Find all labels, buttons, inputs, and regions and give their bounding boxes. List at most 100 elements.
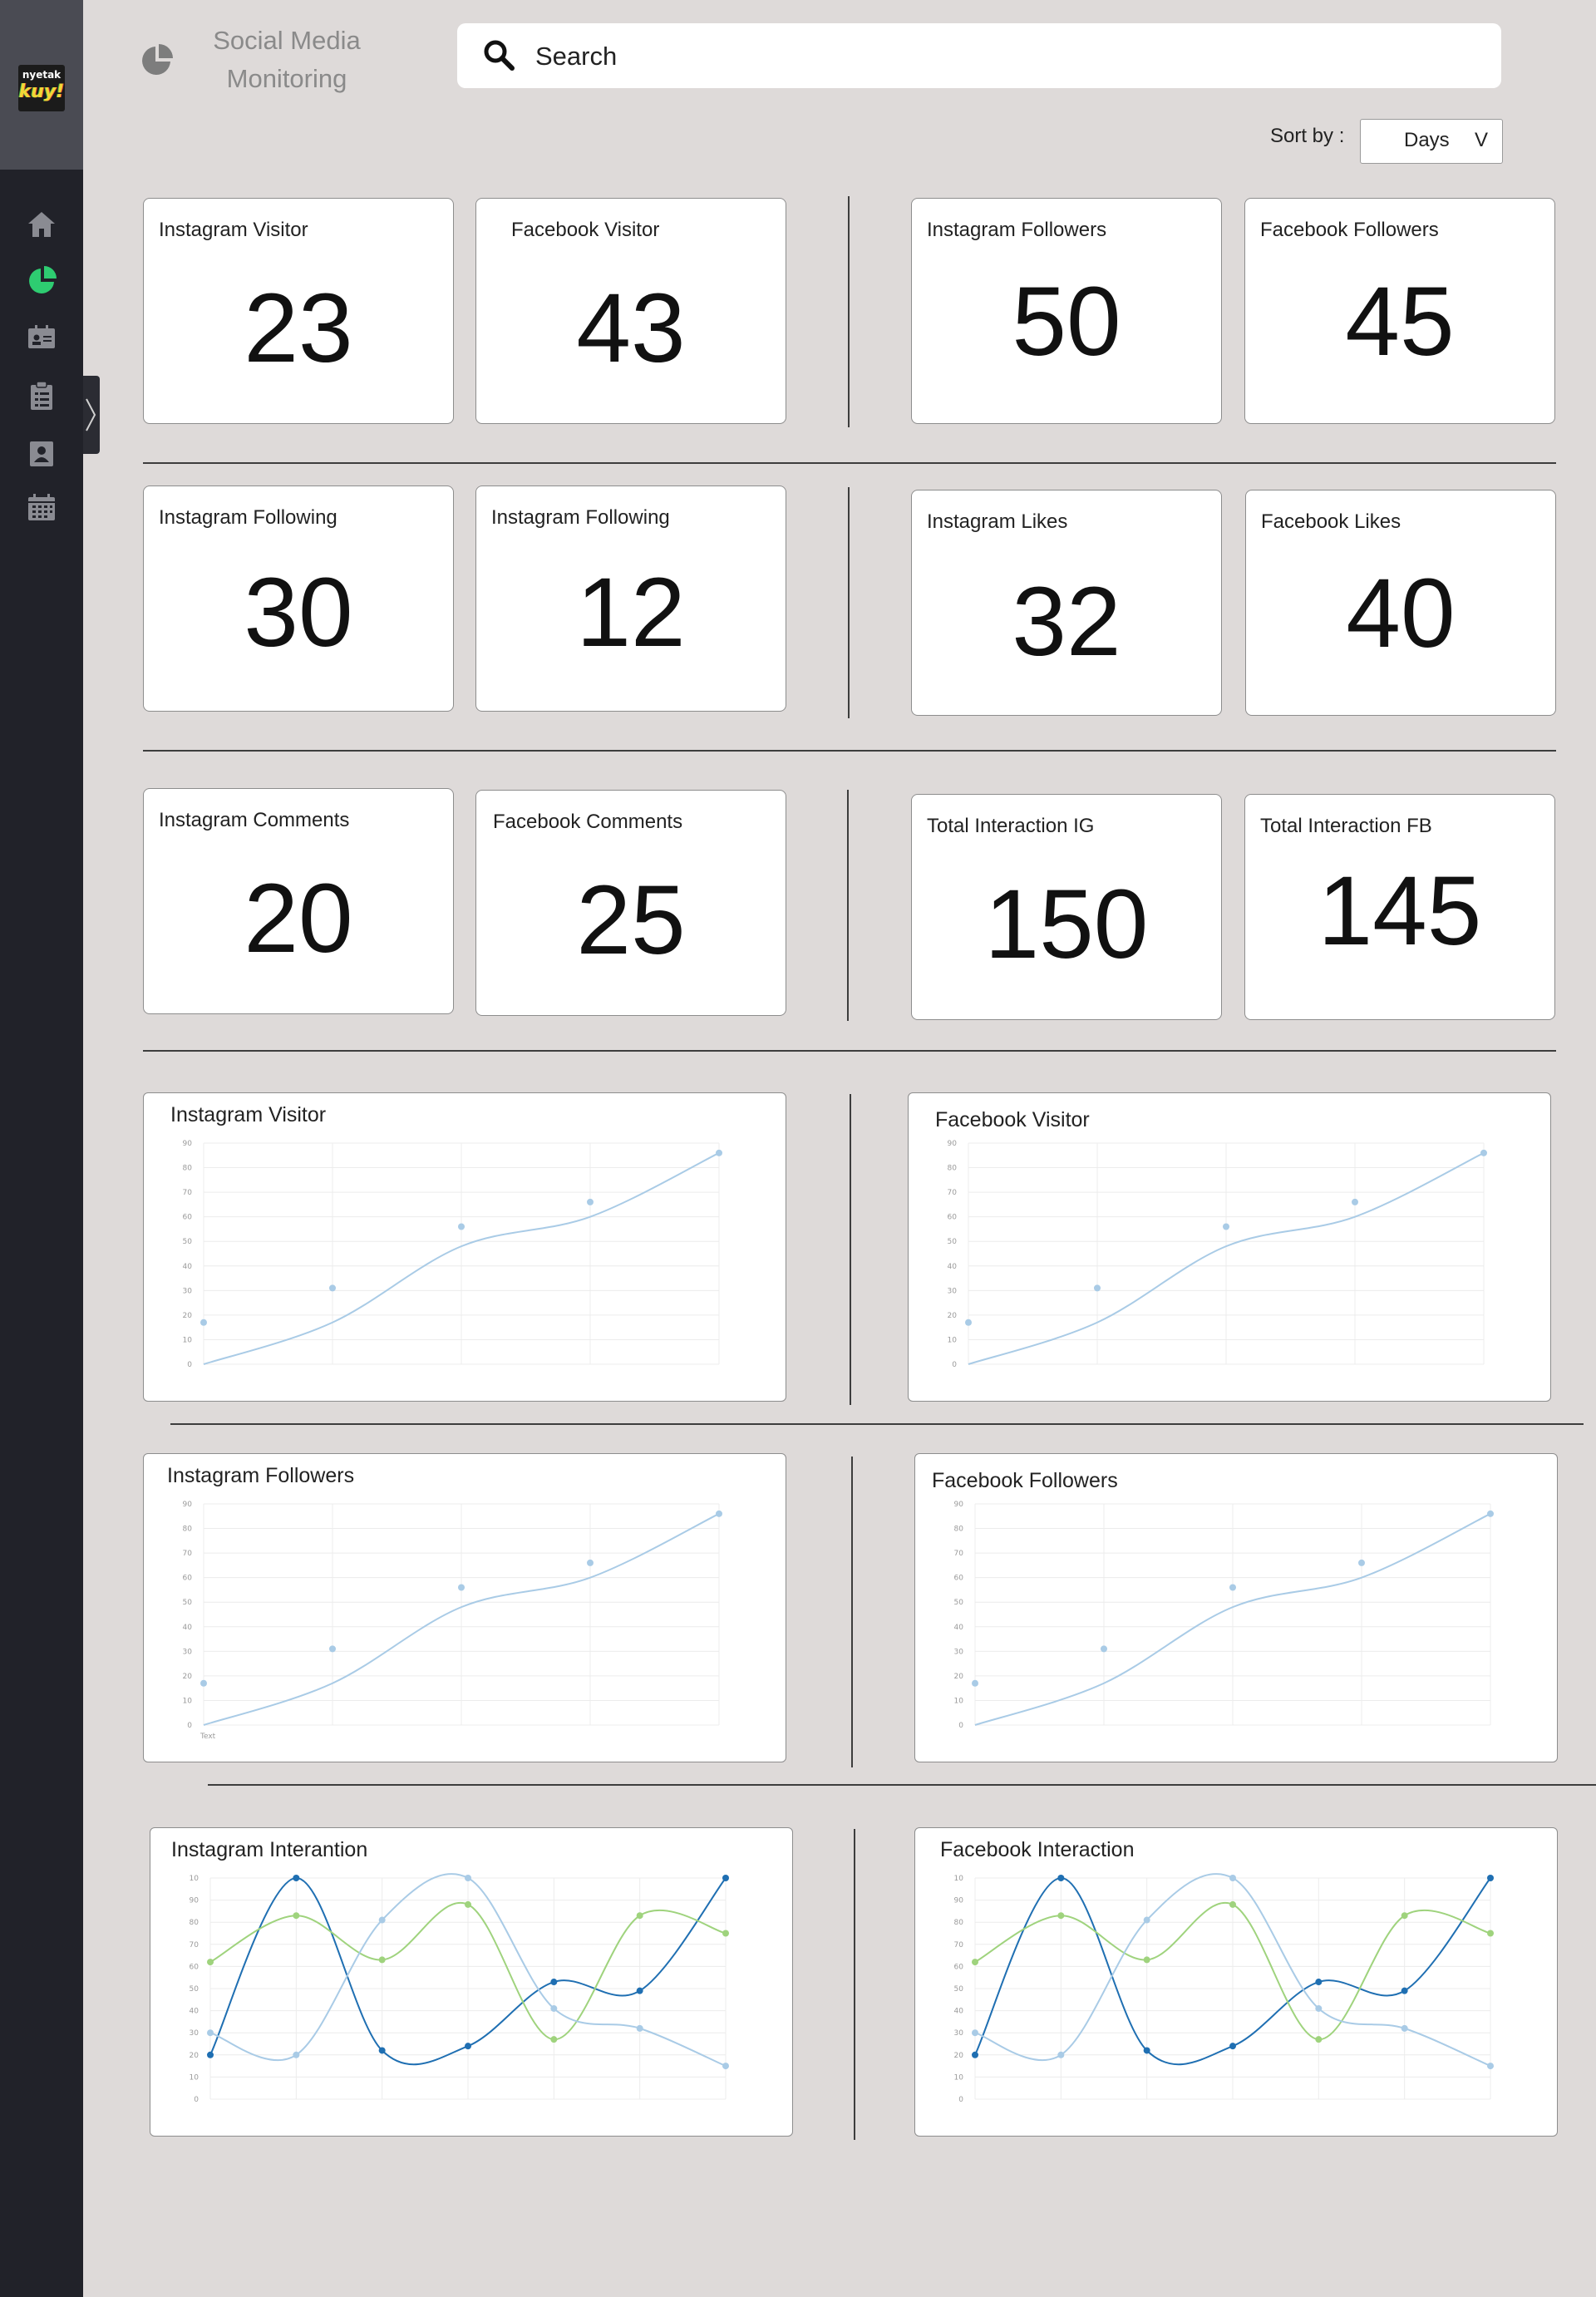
column-divider: [848, 196, 850, 427]
y-tick-label: 20: [954, 1673, 964, 1681]
data-point: [200, 1319, 207, 1326]
search-input[interactable]: [534, 40, 1451, 73]
y-tick-label: 60: [183, 1575, 193, 1583]
data-point: [1401, 1987, 1408, 1994]
data-point: [1487, 1875, 1494, 1881]
stat-value: 150: [984, 870, 1149, 979]
y-tick-label: 90: [190, 1897, 200, 1905]
data-point: [329, 1645, 336, 1653]
x-tick-label: Text: [200, 1733, 216, 1741]
data-point: [293, 1912, 300, 1920]
y-tick-label: 30: [183, 1287, 193, 1295]
y-tick-label: 60: [948, 1214, 958, 1222]
y-tick-label: 0: [958, 1722, 963, 1730]
data-point: [329, 1284, 336, 1292]
y-tick-label: 60: [954, 1575, 964, 1583]
y-tick-label: 80: [183, 1165, 193, 1173]
stat-card-facebook-followers: Facebook Followers 45: [1244, 198, 1555, 424]
data-point: [1315, 2004, 1323, 2012]
y-tick-label: 20: [948, 1312, 958, 1320]
y-tick-label: 10: [954, 1875, 964, 1883]
y-tick-label: 20: [183, 1312, 193, 1320]
app-title: Social Media Monitoring: [213, 26, 361, 93]
sidebar-toggle[interactable]: [83, 376, 100, 454]
stat-label: Instagram Following: [491, 506, 670, 529]
y-tick-label: 10: [948, 1336, 958, 1344]
row-divider: [170, 1423, 1584, 1425]
chart-panel-instagram-interaction: Instagram Interantion 0 10 20 30 40 50 60 70 80 9…: [150, 1827, 793, 2137]
y-tick-label: 0: [194, 2096, 199, 2104]
data-point: [550, 1979, 558, 1986]
stat-card-instagram-followers: Instagram Followers 50: [911, 198, 1222, 424]
data-point: [550, 2004, 558, 2012]
data-point: [1487, 2063, 1494, 2070]
stat-label: Instagram Comments: [159, 809, 350, 831]
y-tick-label: 80: [183, 1526, 193, 1534]
y-tick-label: 50: [183, 1599, 193, 1607]
stat-card-facebook-comments: Facebook Comments 25: [475, 790, 786, 1016]
contact-icon[interactable]: [27, 439, 57, 469]
stat-value: 43: [576, 274, 686, 383]
multi-line-chart: 0 10 20 30 40 50 60 70 80 90 10: [190, 1873, 729, 2104]
y-tick-label: 0: [952, 1361, 957, 1369]
home-icon[interactable]: [27, 209, 57, 239]
y-tick-label: 40: [183, 1263, 193, 1271]
sort-dropdown[interactable]: Days V: [1360, 119, 1503, 164]
stat-value: 12: [576, 558, 686, 668]
line-chart: 0 10 20 30 40 50 60 70 80 90: [954, 1501, 1494, 1730]
stat-label: Instagram Following: [159, 506, 337, 529]
data-point: [1223, 1223, 1229, 1230]
pie-chart-icon[interactable]: [27, 264, 57, 294]
data-point: [1094, 1284, 1101, 1292]
y-tick-label: 30: [954, 1648, 964, 1656]
row-divider: [143, 750, 1556, 752]
data-point: [1143, 2047, 1150, 2054]
data-point: [1401, 1912, 1408, 1920]
data-point: [1057, 2051, 1065, 2058]
stat-label: Instagram Followers: [927, 219, 1107, 241]
y-tick-label: 0: [187, 1361, 192, 1369]
data-point: [1057, 1875, 1065, 1881]
id-card-icon[interactable]: [27, 323, 57, 352]
data-point: [965, 1319, 972, 1326]
y-tick-label: 70: [954, 1550, 964, 1558]
stat-value: 30: [244, 558, 353, 668]
calendar-icon[interactable]: [27, 492, 57, 522]
data-point: [1358, 1559, 1365, 1566]
y-tick-label: 50: [948, 1238, 958, 1246]
stat-label: Total Interaction IG: [927, 815, 1095, 837]
stat-card-facebook-likes: Facebook Likes 40: [1245, 490, 1556, 716]
stat-card-instagram-visitor: Instagram Visitor 23: [143, 198, 454, 424]
y-tick-label: 10: [183, 1336, 193, 1344]
stat-card-instagram-following-2: Instagram Following 12: [475, 486, 786, 712]
search-bar[interactable]: [457, 23, 1501, 88]
y-tick-label: 70: [183, 1189, 193, 1197]
stat-label: Instagram Likes: [927, 510, 1068, 533]
stat-card-instagram-likes: Instagram Likes 32: [911, 490, 1222, 716]
y-tick-label: 80: [954, 1526, 964, 1534]
y-tick-label: 10: [190, 1875, 200, 1883]
data-point: [1487, 1510, 1494, 1517]
y-tick-label: 0: [958, 2096, 963, 2104]
y-tick-label: 70: [190, 1941, 200, 1949]
data-point: [1352, 1198, 1358, 1205]
stat-value: 25: [576, 865, 686, 975]
data-point: [378, 1916, 386, 1924]
line-chart: 0 10 20 30 40 50 60 70 80 90: [183, 1140, 722, 1369]
y-tick-label: 10: [183, 1697, 193, 1705]
y-tick-label: 40: [954, 2008, 964, 2016]
y-tick-label: 30: [948, 1287, 958, 1295]
data-point: [1101, 1645, 1107, 1653]
logo-text-top: nyetak: [22, 69, 62, 81]
data-point: [636, 1912, 643, 1920]
clipboard-icon[interactable]: [27, 381, 57, 411]
line-chart: 0 10 20 30 40 50 60 70 80 90 Text: [183, 1501, 722, 1741]
y-tick-label: 70: [948, 1189, 958, 1197]
sort-value: Days: [1404, 129, 1450, 151]
row-divider: [208, 1784, 1596, 1786]
data-point: [716, 1149, 722, 1156]
data-point: [972, 1679, 978, 1687]
stat-value: 50: [1012, 267, 1121, 377]
logo-text-bottom: kuy!: [18, 81, 65, 102]
data-point: [293, 2051, 300, 2058]
